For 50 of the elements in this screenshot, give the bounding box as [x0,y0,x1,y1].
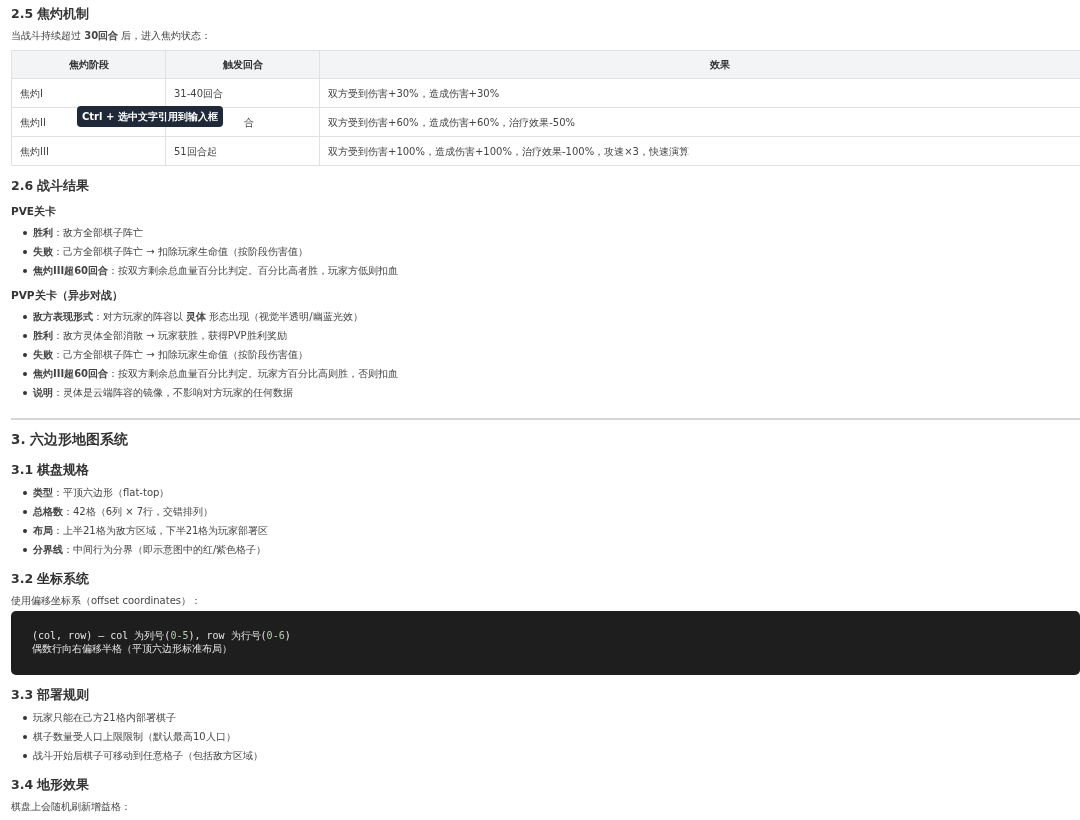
list-item: 战斗开始后棋子可移动到任意格子（包括敌方区域） [33,749,263,763]
list-item: 焦灼III超60回合：按双方剩余总血量百分比判定。百分比高者胜，玩家方低则扣血 [33,264,399,278]
list-item: 失败：己方全部棋子阵亡 → 扣除玩家生命值（按阶段伤害值） [33,245,308,259]
paragraph: 当战斗持续超过 30回合 后，进入焦灼状态： [11,29,213,43]
bullet-icon [23,314,27,319]
list-item: 棋子数量受人口上限限制（默认最高10人口） [33,730,236,744]
code-line: 偶数行向右偏移半格（平顶六边形标准布局） [32,642,232,655]
subsection-heading: PVP关卡（异步对战） [11,288,124,303]
tooltip: Ctrl + 选中文字引用到输入框 [77,106,223,127]
paragraph: 棋盘上会随机刷新增益格： [11,800,132,814]
bullet-icon [23,753,27,758]
table-cell: 51回合起 [165,136,320,166]
list-item: 胜利：敌方全部棋子阵亡 [33,226,143,240]
section-heading: 3.1 棋盘规格 [11,461,91,479]
subsection-heading: PVE关卡 [11,204,57,219]
bullet-icon [23,390,27,395]
bullet-icon [23,734,27,739]
bullet-icon [23,333,27,338]
column-header: 焦灼阶段 [11,50,166,79]
section-heading: 2.6 战斗结果 [11,177,91,195]
list-item: 玩家只能在己方21格内部署棋子 [33,711,176,725]
list-item: 类型：平顶六边形（flat-top） [33,486,170,500]
section-heading: 3.3 部署规则 [11,686,91,704]
column-header: 效果 [319,50,1080,79]
list-item: 胜利：敌方灵体全部消散 → 玩家获胜，获得PVP胜利奖励 [33,329,287,343]
list-item: 说明：灵体是云端阵容的镜像，不影响对方玩家的任何数据 [33,386,293,400]
list-item: 敌方表现形式：对方玩家的阵容以 灵体 形态出现（视觉半透明/幽蓝光效） [33,310,363,324]
bullet-icon [23,547,27,552]
section-heading: 3. 六边形地图系统 [11,430,130,449]
bullet-icon [23,371,27,376]
bullet-icon [23,230,27,235]
table-cell: 焦灼III [11,136,166,166]
paragraph: 使用偏移坐标系（offset coordinates）： [11,594,202,608]
list-item: 分界线：中间行为分界（即示意图中的红/紫色格子） [33,543,267,557]
bullet-icon [23,509,27,514]
bullet-icon [23,490,27,495]
section-heading: 2.5 焦灼机制 [11,5,91,23]
section-heading: 3.4 地形效果 [11,776,91,794]
code-line: (col, row) — col 为列号(0-5), row 为行号(0-6) [32,629,291,642]
bullet-icon [23,528,27,533]
list-item: 失败：己方全部棋子阵亡 → 扣除玩家生命值（按阶段伤害值） [33,348,308,362]
section-heading: 3.2 坐标系统 [11,570,91,588]
list-item: 焦灼III超60回合：按双方剩余总血量百分比判定。玩家方百分比高则胜，否则扣血 [33,367,399,381]
bullet-icon [23,249,27,254]
column-header: 触发回合 [165,50,320,79]
bullet-icon [23,268,27,273]
list-item: 总格数：42格（6列 × 7行，交错排列） [33,505,214,519]
bullet-icon [23,352,27,357]
list-item: 布局：上半21格为敌方区域，下半21格为玩家部署区 [33,524,269,538]
bullet-icon [23,715,27,720]
